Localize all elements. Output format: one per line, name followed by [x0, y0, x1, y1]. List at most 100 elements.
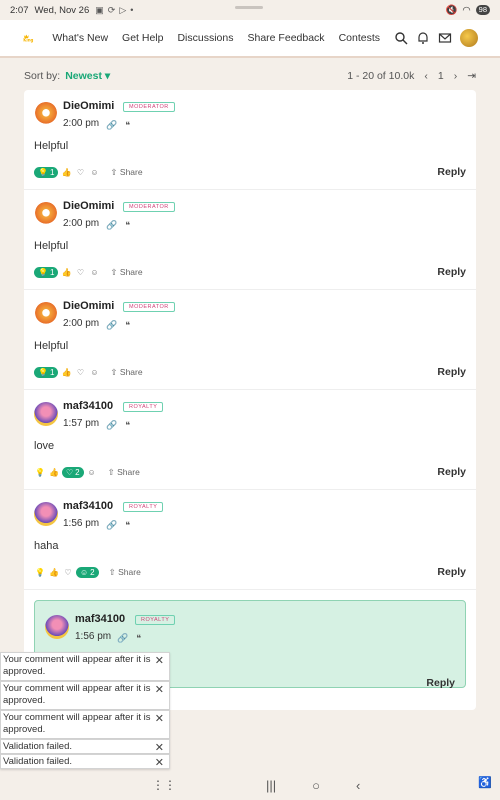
- reply-button[interactable]: Reply: [426, 677, 455, 689]
- thumbs-up-icon[interactable]: 👍: [60, 266, 72, 278]
- author-name[interactable]: DieOmimi: [63, 100, 114, 112]
- system-navbar: ⋮⋮ ||| ○ ‹: [0, 770, 500, 800]
- quote-icon[interactable]: ❝: [125, 220, 130, 231]
- avatar[interactable]: [34, 302, 58, 326]
- prev-page-icon[interactable]: ‹: [424, 70, 428, 82]
- link-icon[interactable]: 🔗: [106, 320, 117, 331]
- thumbs-up-icon[interactable]: 👍: [60, 166, 72, 178]
- recents-icon[interactable]: |||: [266, 778, 276, 793]
- link-icon[interactable]: 🔗: [117, 633, 128, 644]
- nav-whats-new[interactable]: What's New: [52, 32, 108, 44]
- avatar[interactable]: [34, 502, 58, 526]
- author-name[interactable]: DieOmimi: [63, 200, 114, 212]
- role-badge: MODERATOR: [123, 302, 175, 312]
- role-badge: ROYALTY: [135, 615, 176, 625]
- reaction-bar: 💡 👍 ♡ 2 ☺ ⇧ Share: [34, 466, 140, 478]
- avatar[interactable]: [34, 402, 58, 426]
- heart-reaction[interactable]: ♡ 2: [62, 466, 84, 478]
- link-icon[interactable]: 🔗: [106, 420, 117, 431]
- reply-button[interactable]: Reply: [437, 566, 466, 578]
- reaction-bar: 💡 👍 ♡ ☺ 2 ⇧ Share: [34, 566, 141, 578]
- avatar[interactable]: [45, 615, 69, 639]
- reply-button[interactable]: Reply: [437, 366, 466, 378]
- last-page-icon[interactable]: ⇥: [467, 70, 476, 82]
- reaction-count: 2: [75, 467, 80, 477]
- king-logo[interactable]: King: [22, 24, 34, 52]
- avatar[interactable]: [34, 202, 58, 226]
- nav-share-feedback[interactable]: Share Feedback: [248, 32, 325, 44]
- share-button[interactable]: ⇧ Share: [110, 367, 142, 378]
- author-name[interactable]: maf34100: [75, 613, 125, 625]
- mail-icon[interactable]: [438, 31, 452, 45]
- close-icon[interactable]: ✕: [155, 742, 164, 754]
- quote-icon[interactable]: ❝: [125, 320, 130, 331]
- author-name[interactable]: DieOmimi: [63, 300, 114, 312]
- share-button[interactable]: ⇧ Share: [109, 567, 141, 578]
- quote-icon[interactable]: ❝: [136, 633, 141, 644]
- status-date: Wed, Nov 26: [34, 4, 90, 16]
- share-button[interactable]: ⇧ Share: [110, 167, 142, 178]
- share-button[interactable]: ⇧ Share: [108, 467, 140, 478]
- laugh-icon[interactable]: ☺: [86, 466, 98, 478]
- toast-text: Validation failed.: [3, 741, 73, 752]
- link-icon[interactable]: 🔗: [106, 520, 117, 531]
- quote-icon[interactable]: ❝: [125, 120, 130, 131]
- quote-icon[interactable]: ❝: [125, 520, 130, 531]
- search-icon[interactable]: [394, 31, 408, 45]
- heart-icon[interactable]: ♡: [62, 566, 74, 578]
- cast-icon: ▷: [119, 4, 127, 15]
- reply-button[interactable]: Reply: [437, 166, 466, 178]
- close-icon[interactable]: ✕: [155, 655, 164, 667]
- sort-dropdown[interactable]: Newest ▾: [65, 70, 110, 82]
- home-icon[interactable]: ○: [312, 778, 320, 793]
- heart-icon[interactable]: ♡: [74, 266, 86, 278]
- comment-body: Helpful: [34, 140, 69, 152]
- reply-button[interactable]: Reply: [437, 266, 466, 278]
- laugh-icon[interactable]: ☺: [88, 366, 100, 378]
- bell-icon[interactable]: [416, 31, 430, 45]
- user-avatar[interactable]: [460, 29, 478, 47]
- link-icon[interactable]: 🔗: [106, 120, 117, 131]
- laugh-icon[interactable]: ☺: [88, 166, 100, 178]
- next-page-icon[interactable]: ›: [454, 70, 458, 82]
- nav-discussions[interactable]: Discussions: [177, 32, 233, 44]
- timestamp: 1:57 pm: [63, 418, 100, 429]
- close-icon[interactable]: ✕: [155, 757, 164, 769]
- timestamp: 2:00 pm: [63, 318, 100, 329]
- mute-icon: 🔇: [445, 4, 458, 16]
- back-icon[interactable]: ‹: [356, 778, 360, 793]
- toast-message: Your comment will appear after it is app…: [0, 681, 170, 710]
- thumbs-up-icon[interactable]: 👍: [48, 566, 60, 578]
- reaction-count: 1: [49, 167, 55, 177]
- comment-body: love: [34, 440, 55, 452]
- lightbulb-reaction[interactable]: 💡 1: [34, 366, 59, 378]
- heart-icon[interactable]: ♡: [74, 366, 86, 378]
- nav-contests[interactable]: Contests: [339, 32, 380, 44]
- current-page[interactable]: 1: [438, 70, 444, 82]
- drag-handle[interactable]: [235, 6, 263, 9]
- lightbulb-reaction[interactable]: 💡 1: [34, 266, 59, 278]
- lightbulb-reaction[interactable]: 💡 1: [34, 166, 59, 178]
- reply-button[interactable]: Reply: [437, 466, 466, 478]
- accessibility-icon[interactable]: ♿: [478, 776, 492, 789]
- link-icon[interactable]: 🔗: [106, 220, 117, 231]
- quote-icon[interactable]: ❝: [125, 420, 130, 431]
- lightbulb-icon[interactable]: 💡: [34, 466, 46, 478]
- laugh-icon[interactable]: ☺: [88, 266, 100, 278]
- thumbs-up-icon[interactable]: 👍: [48, 466, 60, 478]
- close-icon[interactable]: ✕: [155, 684, 164, 696]
- gemini-icon[interactable]: [230, 779, 242, 791]
- share-button[interactable]: ⇧ Share: [110, 267, 142, 278]
- avatar[interactable]: [34, 102, 58, 126]
- lightbulb-icon: 💡: [38, 267, 48, 277]
- author-name[interactable]: maf34100: [63, 500, 113, 512]
- laugh-reaction[interactable]: ☺ 2: [76, 566, 99, 578]
- thumbs-up-icon[interactable]: 👍: [60, 366, 72, 378]
- sort-bar: Sort by: Newest ▾ 1 - 20 of 10.0k ‹ 1 › …: [24, 66, 476, 86]
- app-grid-icon[interactable]: ⋮⋮: [152, 778, 176, 792]
- close-icon[interactable]: ✕: [155, 713, 164, 725]
- lightbulb-icon[interactable]: 💡: [34, 566, 46, 578]
- nav-get-help[interactable]: Get Help: [122, 32, 163, 44]
- heart-icon[interactable]: ♡: [74, 166, 86, 178]
- author-name[interactable]: maf34100: [63, 400, 113, 412]
